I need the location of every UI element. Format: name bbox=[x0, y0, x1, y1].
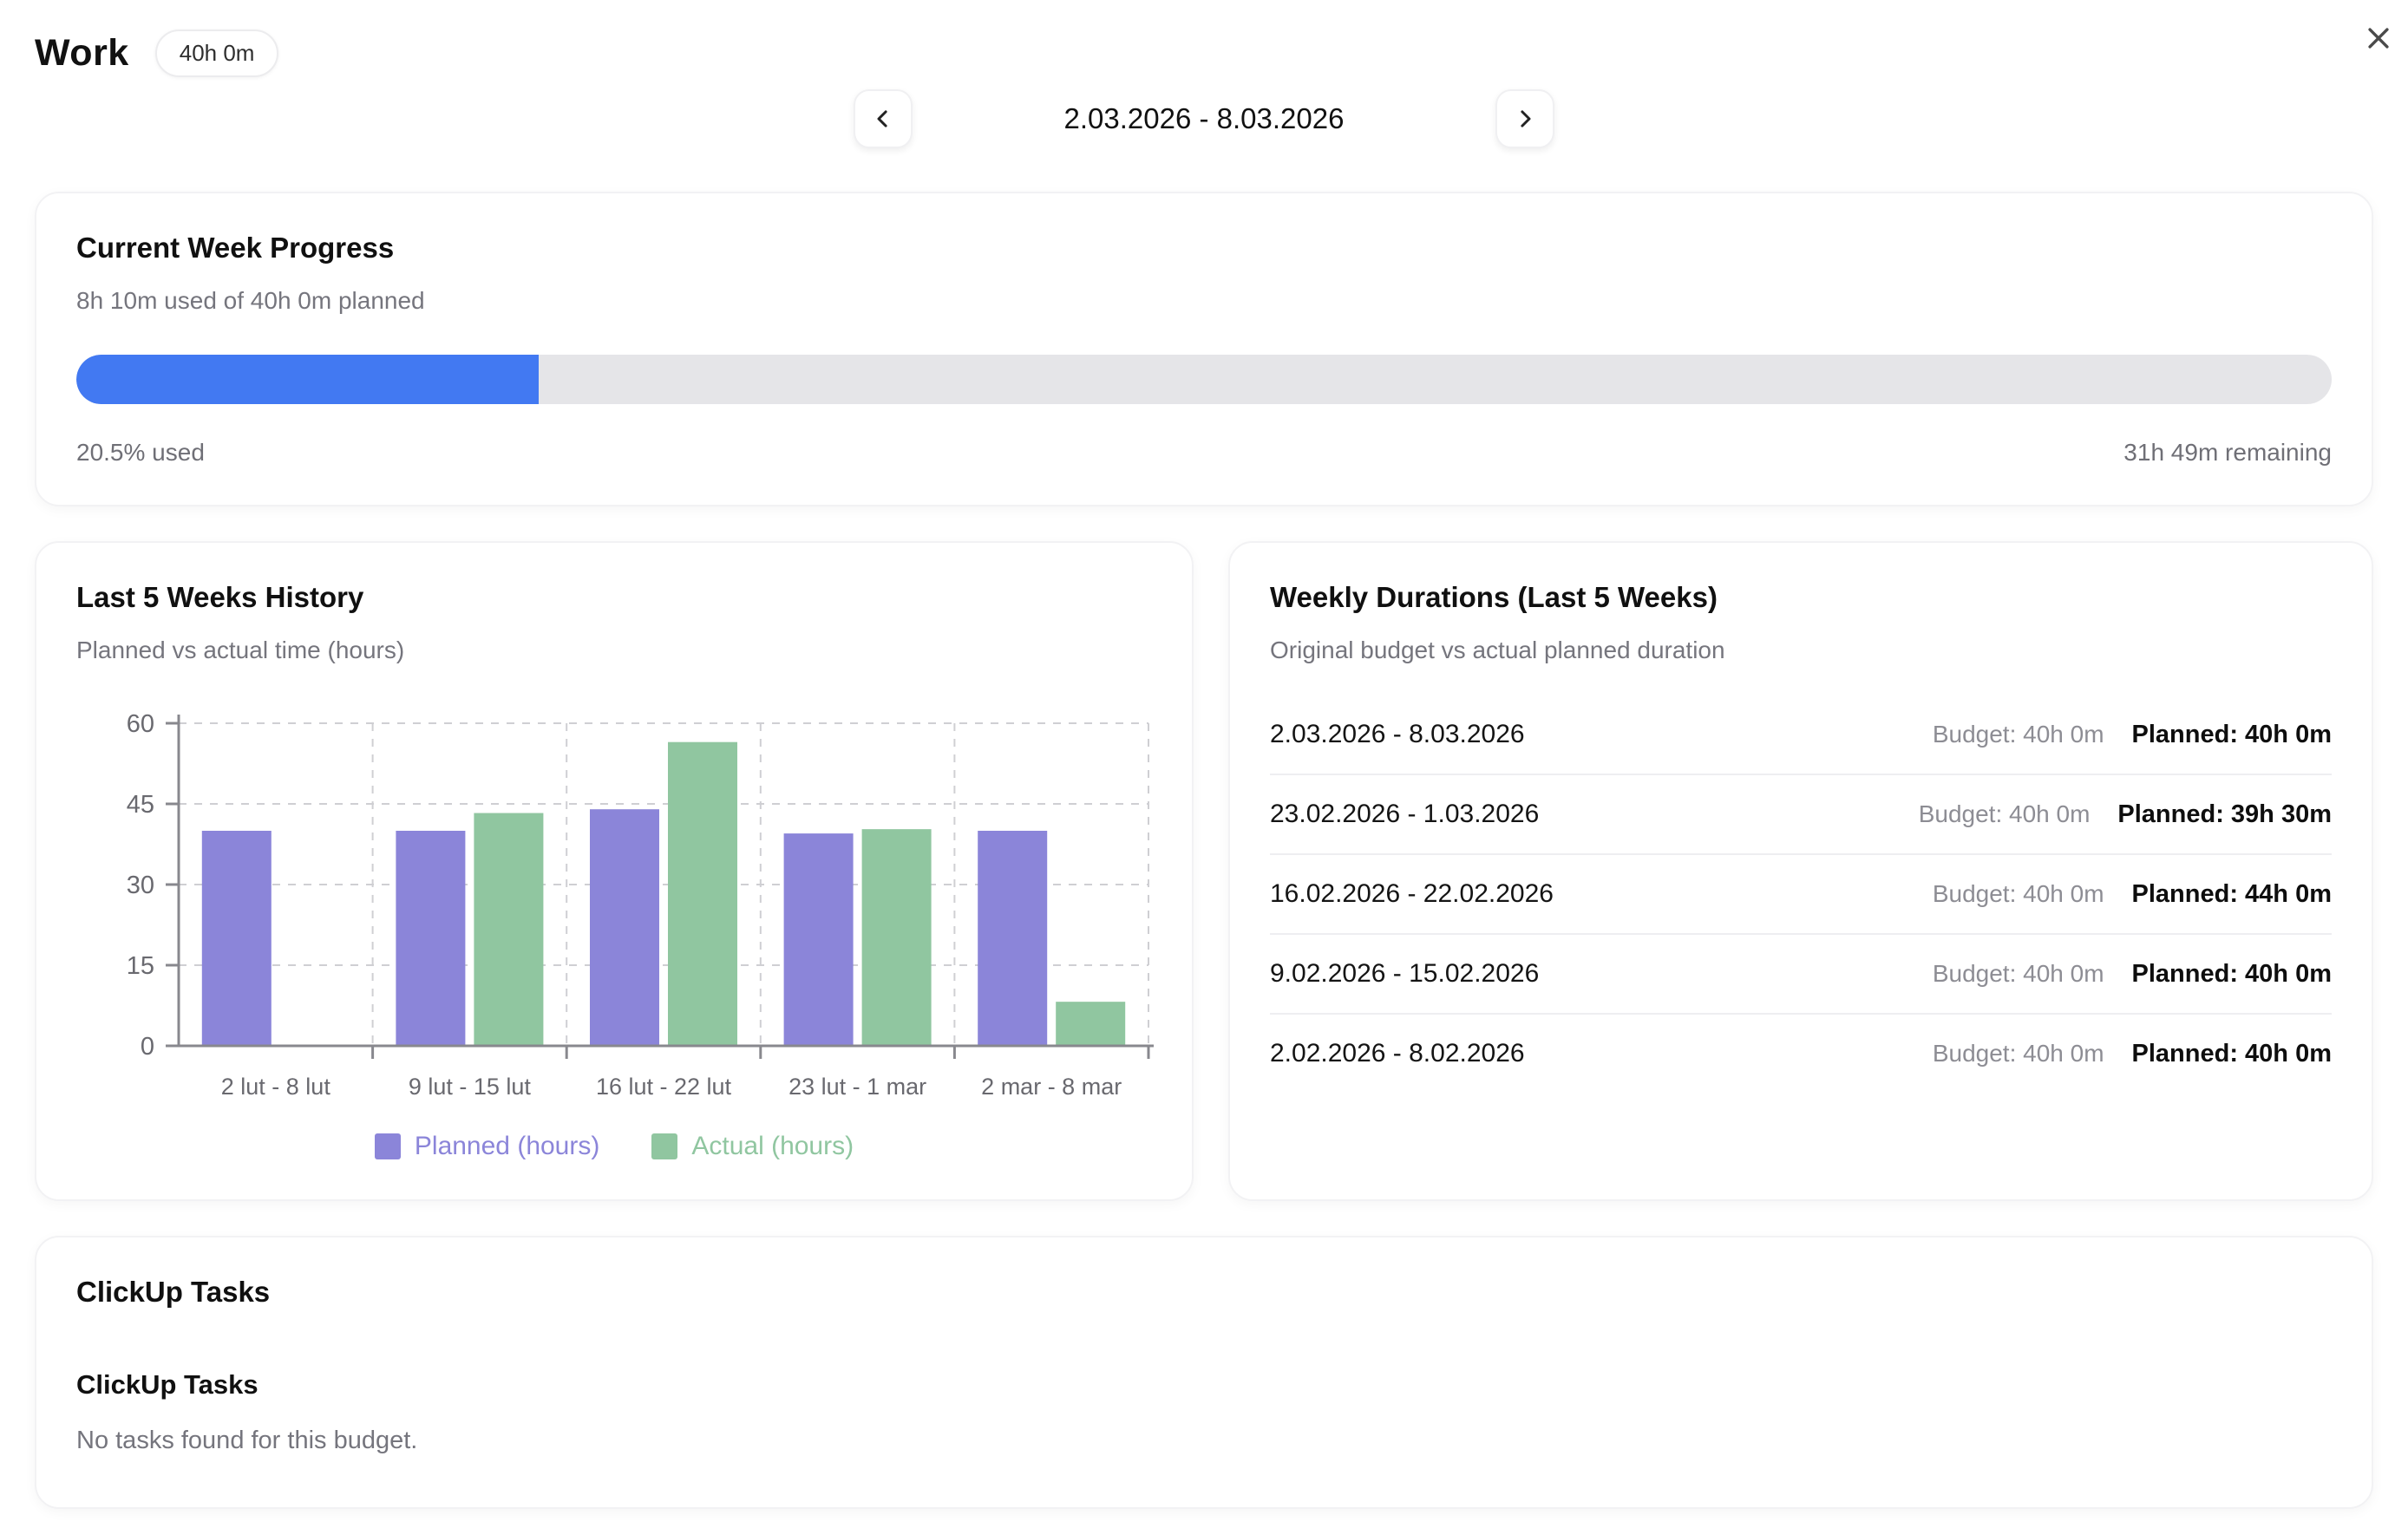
tasks-empty-message: No tasks found for this budget. bbox=[76, 1427, 2332, 1455]
weekly-durations-card: Weekly Durations (Last 5 Weeks) Original… bbox=[1228, 541, 2373, 1201]
history-card-subtitle: Planned vs actual time (hours) bbox=[76, 637, 1152, 664]
next-week-button[interactable] bbox=[1495, 89, 1554, 148]
duration-row-range: 9.02.2026 - 15.02.2026 bbox=[1270, 959, 1539, 989]
y-tick-label: 15 bbox=[127, 952, 154, 980]
duration-row: 2.03.2026 - 8.03.2026 Budget: 40h 0m Plan… bbox=[1270, 695, 2332, 775]
remaining-label: 31h 49m remaining bbox=[2123, 439, 2332, 467]
progress-card-subtitle: 8h 10m used of 40h 0m planned bbox=[76, 287, 2332, 315]
current-week-progress-card: Current Week Progress 8h 10m used of 40h… bbox=[35, 192, 2373, 506]
duration-row-planned: Planned: 44h 0m bbox=[2132, 880, 2332, 909]
bar-planned bbox=[590, 809, 659, 1046]
header: Work 40h 0m bbox=[35, 29, 2373, 77]
bar-actual bbox=[474, 813, 543, 1046]
week-navigation: 2.03.2026 - 8.03.2026 bbox=[35, 89, 2373, 148]
page-title: Work bbox=[35, 32, 129, 75]
progress-meta-row: 20.5% used 31h 49m remaining bbox=[76, 439, 2332, 467]
y-tick-label: 30 bbox=[127, 872, 154, 899]
duration-row-budget: Budget: 40h 0m bbox=[1933, 880, 2104, 908]
middle-row: Last 5 Weeks History Planned vs actual t… bbox=[35, 541, 2373, 1201]
budget-total-badge: 40h 0m bbox=[155, 29, 279, 77]
bar-actual bbox=[1056, 1002, 1125, 1046]
history-card-title: Last 5 Weeks History bbox=[76, 581, 1152, 614]
x-tick-label: 16 lut - 22 lut bbox=[596, 1074, 732, 1100]
durations-list: 2.03.2026 - 8.03.2026 Budget: 40h 0m Plan… bbox=[1270, 695, 2332, 1093]
week-range-label: 2.03.2026 - 8.03.2026 bbox=[961, 102, 1447, 135]
x-tick-label: 2 lut - 8 lut bbox=[221, 1074, 331, 1100]
bar-planned bbox=[784, 833, 854, 1046]
durations-card-title: Weekly Durations (Last 5 Weeks) bbox=[1270, 581, 2332, 614]
percent-used-label: 20.5% used bbox=[76, 439, 205, 467]
duration-row-planned: Planned: 40h 0m bbox=[2132, 960, 2332, 989]
duration-row-budget: Budget: 40h 0m bbox=[1933, 721, 2104, 748]
duration-row-budget: Budget: 40h 0m bbox=[1933, 960, 2104, 988]
legend-label: Planned (hours) bbox=[415, 1132, 599, 1161]
duration-row-budget: Budget: 40h 0m bbox=[1933, 1040, 2104, 1068]
bar-planned bbox=[978, 831, 1047, 1046]
progress-card-title: Current Week Progress bbox=[76, 232, 2332, 264]
history-bar-chart[interactable]: 0 15 30 45 60 2 lut - 8 lut 9 lut - 15 lut 16 l… bbox=[76, 709, 1155, 1113]
budget-modal: Work 40h 0m 2.03.2026 - 8.03.2026 Curren… bbox=[0, 0, 2408, 1528]
duration-row: 16.02.2026 - 22.02.2026 Budget: 40h 0m Pl… bbox=[1270, 855, 2332, 935]
progress-bar-track bbox=[76, 355, 2332, 404]
legend-swatch bbox=[651, 1133, 677, 1159]
duration-row: 2.02.2026 - 8.02.2026 Budget: 40h 0m Plan… bbox=[1270, 1015, 2332, 1093]
progress-bar-fill bbox=[76, 355, 539, 404]
history-card: Last 5 Weeks History Planned vs actual t… bbox=[35, 541, 1194, 1201]
y-tick-label: 60 bbox=[127, 710, 154, 738]
x-tick-label: 2 mar - 8 mar bbox=[981, 1074, 1122, 1100]
chart-legend: Planned (hours) Actual (hours) bbox=[76, 1132, 1152, 1161]
duration-row-range: 2.02.2026 - 8.02.2026 bbox=[1270, 1039, 1525, 1068]
duration-row-planned: Planned: 39h 30m bbox=[2117, 800, 2332, 829]
x-tick-label: 23 lut - 1 mar bbox=[788, 1074, 926, 1100]
bar-actual bbox=[668, 742, 737, 1046]
y-tick-label: 0 bbox=[141, 1033, 154, 1061]
duration-row-budget: Budget: 40h 0m bbox=[1919, 800, 2091, 828]
previous-week-button[interactable] bbox=[854, 89, 913, 148]
bar-planned bbox=[202, 831, 272, 1046]
tasks-card-title: ClickUp Tasks bbox=[76, 1276, 2332, 1309]
duration-row-range: 23.02.2026 - 1.03.2026 bbox=[1270, 800, 1539, 829]
close-icon bbox=[2364, 23, 2393, 53]
durations-card-subtitle: Original budget vs actual planned durati… bbox=[1270, 637, 2332, 664]
chevron-right-icon bbox=[1512, 106, 1538, 132]
legend-item[interactable]: Planned (hours) bbox=[375, 1132, 599, 1161]
y-tick-label: 45 bbox=[127, 791, 154, 819]
duration-row-planned: Planned: 40h 0m bbox=[2132, 721, 2332, 749]
bar-planned bbox=[396, 831, 465, 1046]
legend-label: Actual (hours) bbox=[691, 1132, 854, 1161]
bar-actual bbox=[862, 829, 932, 1046]
legend-item[interactable]: Actual (hours) bbox=[651, 1132, 854, 1161]
tasks-inner-title: ClickUp Tasks bbox=[76, 1369, 2332, 1401]
clickup-tasks-card: ClickUp Tasks ClickUp Tasks No tasks fou… bbox=[35, 1236, 2373, 1509]
duration-row: 9.02.2026 - 15.02.2026 Budget: 40h 0m Pla… bbox=[1270, 935, 2332, 1015]
duration-row: 23.02.2026 - 1.03.2026 Budget: 40h 0m Pla… bbox=[1270, 775, 2332, 855]
close-button[interactable] bbox=[2354, 14, 2403, 62]
duration-row-planned: Planned: 40h 0m bbox=[2132, 1040, 2332, 1068]
duration-row-range: 2.03.2026 - 8.03.2026 bbox=[1270, 720, 1525, 749]
legend-swatch bbox=[375, 1133, 401, 1159]
chevron-left-icon bbox=[870, 106, 896, 132]
chart-area: 0 15 30 45 60 2 lut - 8 lut 9 lut - 15 lut 16 l… bbox=[76, 709, 1152, 1161]
x-tick-label: 9 lut - 15 lut bbox=[409, 1074, 532, 1100]
duration-row-range: 16.02.2026 - 22.02.2026 bbox=[1270, 879, 1554, 909]
